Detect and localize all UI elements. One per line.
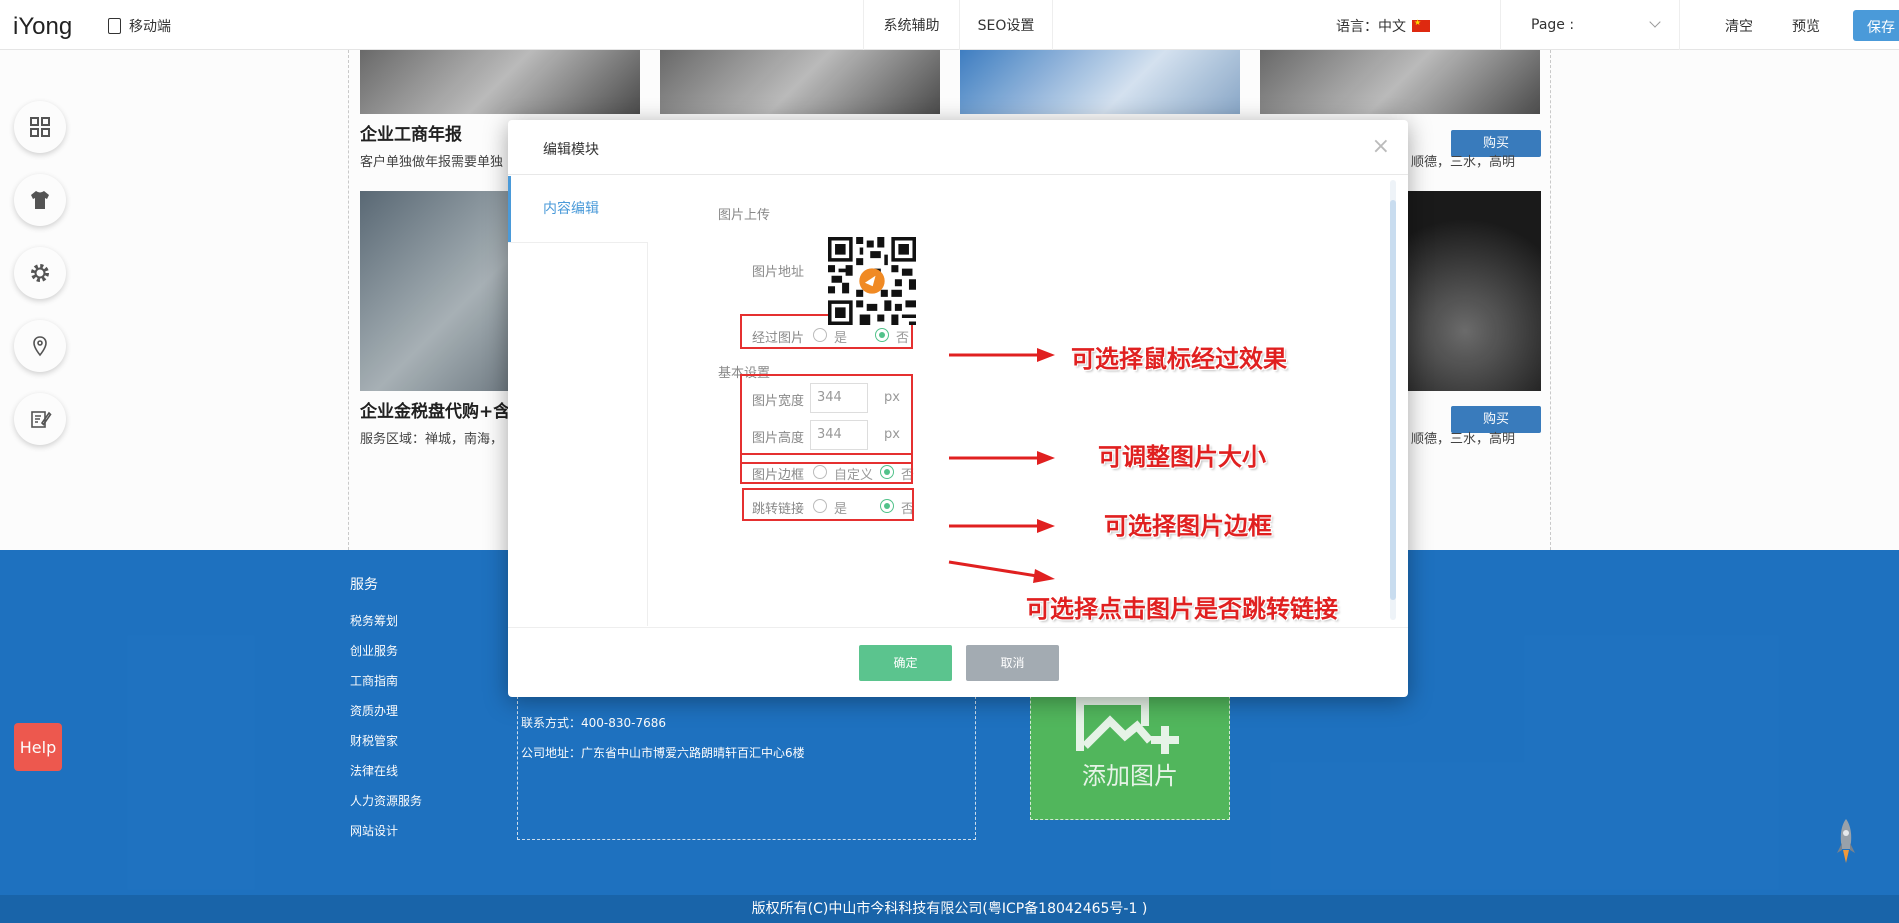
annotation-link: 可选择点击图片是否跳转链接 xyxy=(1026,595,1338,623)
save-button[interactable]: 保存 xyxy=(1853,10,1899,41)
mobile-phone-icon xyxy=(108,18,121,34)
dialog-sidebar: 内容编辑 xyxy=(508,176,648,626)
preview-button[interactable]: 预览 xyxy=(1792,16,1820,36)
logo: iYong xyxy=(13,13,73,40)
tab-content-edit[interactable]: 内容编辑 xyxy=(508,176,648,242)
page-label: Page : xyxy=(1531,17,1575,33)
language-label: 语言：中文 xyxy=(1336,19,1406,35)
annotation-size: 可调整图片大小 xyxy=(1098,443,1266,471)
dialog-footer: 确定 取消 xyxy=(508,627,1408,697)
annotation-arrow xyxy=(948,560,1055,583)
seo-settings-button[interactable]: SEO设置 xyxy=(959,0,1053,50)
close-icon[interactable]: × xyxy=(1372,134,1390,159)
image-url-label: 图片地址 xyxy=(752,265,805,280)
top-bar: iYong 移动端 系统辅助 SEO设置 语言：中文 Page : 清空 预览 … xyxy=(0,0,1899,50)
highlight-link xyxy=(742,488,914,521)
mobile-label: 移动端 xyxy=(129,19,171,35)
dialog-scrollbar[interactable] xyxy=(1390,180,1396,620)
annotation-border: 可选择图片边框 xyxy=(1104,512,1272,540)
chevron-down-icon xyxy=(1649,16,1661,28)
system-assist-button[interactable]: 系统辅助 xyxy=(863,0,959,50)
cancel-button[interactable]: 取消 xyxy=(966,645,1059,681)
annotation-arrow xyxy=(949,348,1055,362)
annotation-hover: 可选择鼠标经过效果 xyxy=(1071,345,1287,373)
language-selector[interactable]: 语言：中文 xyxy=(1336,16,1430,36)
mobile-button[interactable]: 移动端 xyxy=(108,16,171,36)
qr-code-image[interactable] xyxy=(828,237,916,325)
annotation-arrow xyxy=(949,519,1055,533)
annotation-arrow xyxy=(949,451,1055,465)
clear-button[interactable]: 清空 xyxy=(1725,16,1753,36)
highlight-border xyxy=(740,453,913,484)
scrollbar-thumb[interactable] xyxy=(1390,200,1396,600)
confirm-button[interactable]: 确定 xyxy=(859,645,952,681)
tab-divider xyxy=(508,242,648,243)
dialog-title: 编辑模块 xyxy=(543,142,599,158)
dialog-header: 编辑模块 × xyxy=(508,120,1408,175)
image-upload-section: 图片上传 xyxy=(718,208,771,223)
highlight-size xyxy=(740,374,913,464)
page-select[interactable]: Page : xyxy=(1500,0,1680,50)
china-flag-icon xyxy=(1412,18,1430,32)
